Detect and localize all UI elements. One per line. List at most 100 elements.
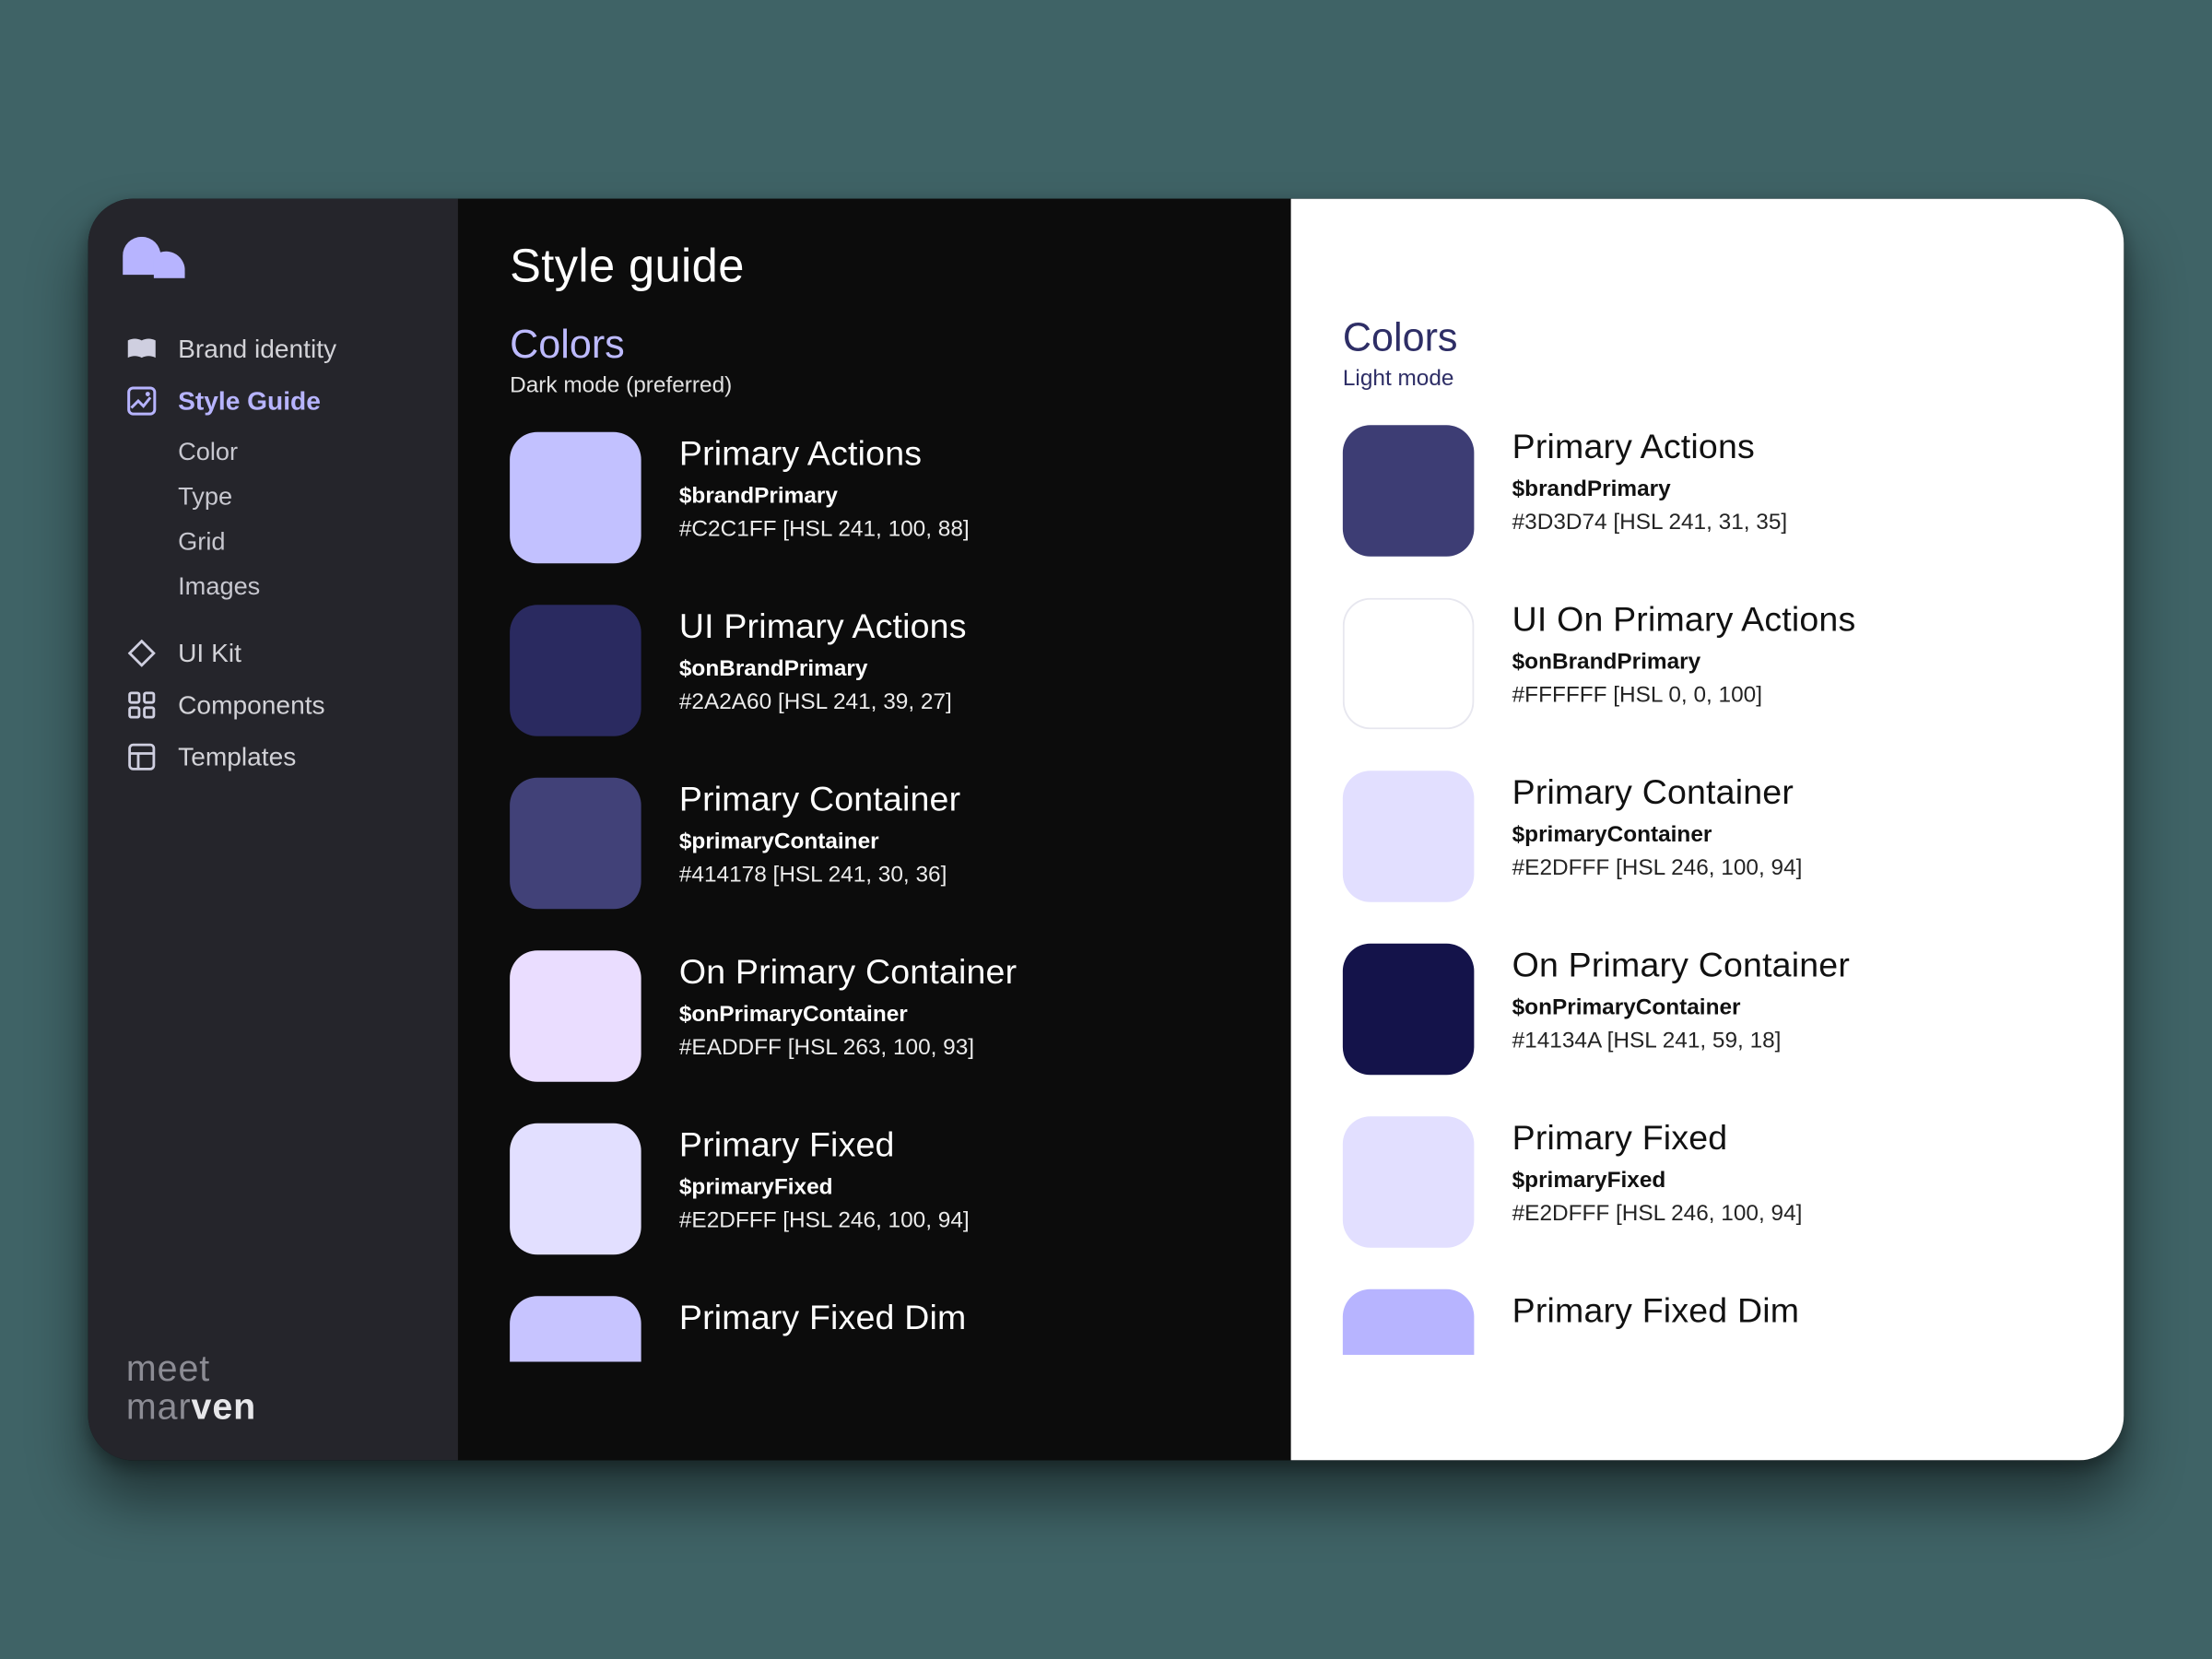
color-swatch-name: UI On Primary Actions — [1512, 602, 1856, 641]
diamond-icon — [126, 638, 158, 669]
sidebar-item-brand-identity[interactable]: Brand identity — [123, 324, 427, 375]
color-swatch-code: #14134A [HSL 241, 59, 18] — [1512, 1027, 1850, 1053]
color-swatch-meta: UI Primary Actions $onBrandPrimary #2A2A60… — [679, 605, 967, 713]
color-swatch-token: $onBrandPrimary — [1512, 648, 1856, 674]
color-swatch-row: Primary Actions $brandPrimary #C2C1FF [HSL… — [510, 432, 1239, 564]
color-swatch-code: #E2DFFF [HSL 246, 100, 94] — [1512, 853, 1803, 879]
dark-swatch-list: Primary Actions $brandPrimary #C2C1FF [HSL… — [510, 432, 1239, 1362]
color-swatch — [1343, 771, 1475, 902]
color-swatch-code: #FFFFFF [HSL 0, 0, 100] — [1512, 681, 1856, 707]
color-swatch-row: On Primary Container $onPrimaryContainer #… — [510, 950, 1239, 1082]
app-window: Brand identity Style Guide Color Type — [88, 199, 2124, 1461]
color-swatch-name: Primary Fixed Dim — [1512, 1293, 1800, 1333]
color-swatch-code: #C2C1FF [HSL 241, 100, 88] — [679, 515, 970, 541]
sidebar-item-label: Components — [178, 690, 324, 720]
sidebar-item-label: Templates — [178, 742, 296, 771]
brand-footer-line1: meet — [126, 1352, 256, 1389]
color-swatch-name: Primary Fixed — [679, 1127, 970, 1167]
dark-section-title: Colors — [510, 322, 1239, 369]
color-swatch-name: Primary Fixed Dim — [679, 1300, 967, 1339]
color-swatch-row: Primary Container $primaryContainer #E2DFF… — [1343, 771, 2072, 902]
color-swatch-meta: UI On Primary Actions $onBrandPrimary #FFF… — [1512, 598, 1856, 707]
color-swatch-row: UI On Primary Actions $onBrandPrimary #FFF… — [1343, 598, 2072, 730]
color-swatch — [1343, 425, 1475, 557]
color-swatch — [510, 1124, 641, 1255]
color-swatch-token: $primaryContainer — [1512, 821, 1803, 847]
color-swatch-token: $primaryFixed — [679, 1173, 970, 1199]
brand-footer-line2: marven — [126, 1389, 256, 1426]
sidebar-item-templates[interactable]: Templates — [123, 731, 427, 782]
page-title: Style guide — [510, 241, 1239, 294]
color-swatch-meta: Primary Container $primaryContainer #41417… — [679, 778, 960, 887]
color-swatch-meta: Primary Container $primaryContainer #E2DFF… — [1512, 771, 1803, 879]
color-swatch-row: Primary Actions $brandPrimary #3D3D74 [HSL… — [1343, 425, 2072, 557]
sidebar-item-label: UI Kit — [178, 639, 241, 668]
color-swatch — [510, 778, 641, 910]
app-logo — [123, 237, 427, 278]
color-swatch-meta: Primary Fixed$primaryFixed#E2DFFF [HSL 2… — [1512, 1116, 1803, 1225]
color-swatch-name: Primary Actions — [1512, 429, 1788, 468]
color-swatch-row: Primary Container $primaryContainer #41417… — [510, 778, 1239, 910]
color-swatch — [510, 432, 641, 564]
panel-light: Colors Light mode Primary Actions$brandP… — [1291, 199, 2124, 1461]
color-swatch-code: #3D3D74 [HSL 241, 31, 35] — [1512, 508, 1788, 534]
color-swatch-row: Primary Fixed $primaryFixed #E2DFFF [HSL 2… — [510, 1124, 1239, 1255]
color-swatch — [510, 950, 641, 1082]
color-swatch-token: $primaryFixed — [1512, 1167, 1803, 1193]
color-swatch-name: On Primary Container — [679, 954, 1017, 994]
color-swatch-token: $onPrimaryContainer — [1512, 994, 1850, 1019]
sidebar-subitem-grid[interactable]: Grid — [178, 520, 427, 565]
sidebar-item-components[interactable]: Components — [123, 679, 427, 731]
color-swatch — [1343, 598, 1475, 730]
dark-section-sub: Dark mode (preferred) — [510, 371, 1239, 397]
color-swatch-row: On Primary Container $onPrimaryContainer #… — [1343, 944, 2072, 1076]
color-swatch — [1343, 944, 1475, 1076]
color-swatch-row: UI Primary Actions $onBrandPrimary #2A2A60… — [510, 605, 1239, 736]
panel-dark: Style guide Colors Dark mode (preferred)… — [458, 199, 1291, 1461]
color-swatch-row: Primary Fixed$primaryFixed#E2DFFF [HSL 2… — [1343, 1116, 2072, 1248]
color-swatch-meta: Primary Actions $brandPrimary #3D3D74 [HSL… — [1512, 425, 1788, 534]
color-swatch-meta: Primary Fixed Dim — [1512, 1289, 1800, 1333]
sidebar-nav: Brand identity Style Guide Color Type — [123, 324, 427, 783]
content: Style guide Colors Dark mode (preferred)… — [458, 199, 2124, 1461]
color-swatch-meta: Primary Fixed Dim — [679, 1296, 967, 1339]
color-swatch-token: $onPrimaryContainer — [679, 1001, 1017, 1027]
color-swatch-code: #2A2A60 [HSL 241, 39, 27] — [679, 688, 967, 713]
sidebar-item-ui-kit[interactable]: UI Kit — [123, 628, 427, 679]
color-swatch-name: Primary Actions — [679, 436, 970, 476]
sidebar-item-label: Brand identity — [178, 335, 336, 364]
color-swatch-row: Primary Fixed Dim — [510, 1296, 1239, 1361]
sidebar-item-style-guide[interactable]: Style Guide — [123, 375, 427, 427]
color-swatch-name: Primary Container — [1512, 774, 1803, 814]
layout-icon — [126, 741, 158, 772]
sidebar: Brand identity Style Guide Color Type — [88, 199, 458, 1461]
color-swatch — [510, 605, 641, 736]
color-swatch-name: Primary Fixed — [1512, 1120, 1803, 1159]
book-icon — [126, 334, 158, 365]
sidebar-item-label: Style Guide — [178, 386, 321, 416]
color-swatch-name: UI Primary Actions — [679, 608, 967, 648]
color-swatch-name: Primary Container — [679, 782, 960, 821]
color-swatch-token: $brandPrimary — [679, 482, 970, 508]
color-swatch-token: $primaryContainer — [679, 828, 960, 853]
brand-footer: meet marven — [126, 1352, 256, 1426]
color-swatch — [510, 1296, 641, 1361]
color-swatch — [1343, 1289, 1475, 1355]
image-sparkle-icon — [126, 385, 158, 417]
color-swatch-token: $onBrandPrimary — [679, 655, 967, 681]
light-section-title: Colors — [1343, 314, 2072, 361]
sidebar-subitem-type[interactable]: Type — [178, 476, 427, 521]
color-swatch-meta: Primary Fixed $primaryFixed #E2DFFF [HSL 2… — [679, 1124, 970, 1232]
color-swatch — [1343, 1116, 1475, 1248]
sidebar-subitem-images[interactable]: Images — [178, 565, 427, 610]
color-swatch-row: Primary Fixed Dim — [1343, 1289, 2072, 1355]
color-swatch-meta: On Primary Container $onPrimaryContainer #… — [1512, 944, 1850, 1053]
color-swatch-token: $brandPrimary — [1512, 476, 1788, 501]
color-swatch-name: On Primary Container — [1512, 947, 1850, 987]
sidebar-subitem-color[interactable]: Color — [178, 430, 427, 476]
color-swatch-code: #EADDFF [HSL 263, 100, 93] — [679, 1033, 1017, 1059]
color-swatch-meta: On Primary Container $onPrimaryContainer #… — [679, 950, 1017, 1059]
sidebar-subnav-style-guide: Color Type Grid Images — [178, 430, 427, 610]
color-swatch-code: #414178 [HSL 241, 30, 36] — [679, 861, 960, 887]
color-swatch-code: #E2DFFF [HSL 246, 100, 94] — [679, 1206, 970, 1232]
